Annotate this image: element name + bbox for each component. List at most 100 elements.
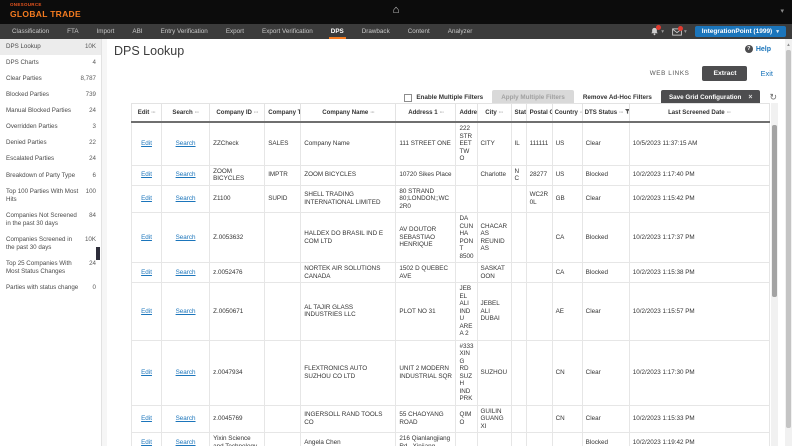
edit-link[interactable]: Edit xyxy=(141,308,152,315)
column-menu-icon[interactable]: ··· xyxy=(440,110,444,116)
column-header-edit[interactable]: Edit··· xyxy=(132,104,162,123)
home-icon[interactable]: ⌂ xyxy=(393,5,400,16)
column-menu-icon[interactable]: ··· xyxy=(727,110,731,116)
search-link[interactable]: Search xyxy=(176,308,196,315)
column-menu-icon[interactable]: ··· xyxy=(151,110,155,116)
column-header-state[interactable]: State··· xyxy=(511,104,526,123)
messages-envelope-icon[interactable]: ▾ xyxy=(672,28,687,36)
nav-item-analyzer[interactable]: Analyzer xyxy=(446,24,475,39)
chevron-down-icon[interactable]: ▾ xyxy=(780,7,784,15)
column-header-city[interactable]: City··· xyxy=(477,104,511,123)
column-menu-icon[interactable]: ··· xyxy=(254,110,258,116)
edit-link[interactable]: Edit xyxy=(141,234,152,241)
edit-link[interactable]: Edit xyxy=(141,269,152,276)
table-scrollbar-thumb[interactable] xyxy=(772,125,777,297)
sidebar-item-companies-not-screened-in-the-past-30-days[interactable]: Companies Not Screened in the past 30 da… xyxy=(0,208,101,232)
page-scrollbar[interactable]: ▲ xyxy=(785,39,792,446)
search-link[interactable]: Search xyxy=(176,234,196,241)
search-link[interactable]: Search xyxy=(176,415,196,422)
sidebar-item-breakdown-of-party-type[interactable]: Breakdown of Party Type6 xyxy=(0,168,101,184)
column-header-postal_code[interactable]: Postal Code··· xyxy=(526,104,552,123)
nav-items: Classification FTA Import ABI Entry Verifica… xyxy=(10,24,474,39)
web-links[interactable]: WEB LINKS xyxy=(650,70,690,77)
edit-link[interactable]: Edit xyxy=(141,171,152,178)
sidebar-item-dps-lookup[interactable]: DPS Lookup10K xyxy=(0,39,101,55)
column-menu-icon[interactable]: ··· xyxy=(499,110,503,116)
cell-city: CITY xyxy=(477,122,511,165)
sidebar-item-top-25-companies-with-most-status-changes[interactable]: Top 25 Companies With Most Status Change… xyxy=(0,256,101,280)
nav-item-classification[interactable]: Classification xyxy=(10,24,51,39)
column-label: City xyxy=(485,109,497,116)
search-link[interactable]: Search xyxy=(176,195,196,202)
column-menu-icon[interactable]: ··· xyxy=(619,110,623,116)
sidebar-item-escalated-parties[interactable]: Escalated Parties24 xyxy=(0,151,101,167)
nav-item-entry-verification[interactable]: Entry Verification xyxy=(159,24,210,39)
sidebar-item-manual-blocked-parties[interactable]: Manual Blocked Parties24 xyxy=(0,103,101,119)
sidebar-item-companies-screened-in-the-past-30-days[interactable]: Companies Screened in the past 30 days10… xyxy=(0,232,101,256)
column-menu-icon[interactable]: ··· xyxy=(370,110,374,116)
edit-link[interactable]: Edit xyxy=(141,369,152,376)
nav-item-fta[interactable]: FTA xyxy=(65,24,80,39)
column-header-company_name[interactable]: Company Name··· xyxy=(301,104,396,123)
cell-country: CN xyxy=(552,340,582,405)
column-header-country[interactable]: Country··· xyxy=(552,104,582,123)
column-header-company_id[interactable]: Company ID··· xyxy=(210,104,265,123)
nav-item-export-verification[interactable]: Export Verification xyxy=(260,24,315,39)
search-link[interactable]: Search xyxy=(176,140,196,147)
column-header-search[interactable]: Search··· xyxy=(162,104,210,123)
cell-company_type xyxy=(265,263,301,283)
nav-item-drawback[interactable]: Drawback xyxy=(360,24,392,39)
column-label: Address 2 xyxy=(459,109,477,116)
search-link[interactable]: Search xyxy=(176,369,196,376)
nav-item-export[interactable]: Export xyxy=(224,24,246,39)
sidebar-item-dps-charts[interactable]: DPS Charts4 xyxy=(0,55,101,71)
cell-city: SUZHOU xyxy=(477,340,511,405)
user-account-button[interactable]: IntegrationPoint (1999) ▾ xyxy=(695,26,786,37)
chevron-down-icon: ▾ xyxy=(684,29,687,35)
extract-button[interactable]: Extract xyxy=(702,66,747,81)
column-header-company_type[interactable]: Company Type··· xyxy=(265,104,301,123)
sidebar-item-overridden-parties[interactable]: Overridden Parties3 xyxy=(0,119,101,135)
cell-state xyxy=(511,213,526,263)
table-scrollbar[interactable] xyxy=(771,103,778,446)
remove-adhoc-filters-button[interactable]: Remove Ad-Hoc Filters xyxy=(583,94,652,101)
exit-link[interactable]: Exit xyxy=(760,69,773,78)
enable-multiple-filters-checkbox[interactable] xyxy=(404,94,412,102)
edit-link[interactable]: Edit xyxy=(141,439,152,446)
sidebar-item-denied-parties[interactable]: Denied Parties22 xyxy=(0,135,101,151)
sidebar-item-blocked-parties[interactable]: Blocked Parties739 xyxy=(0,87,101,103)
scroll-up-arrow-icon[interactable]: ▲ xyxy=(785,39,792,47)
search-link[interactable]: Search xyxy=(176,439,196,446)
notifications-bell-icon[interactable]: ▾ xyxy=(650,27,664,36)
sidebar-scrollbar[interactable] xyxy=(96,247,100,260)
sidebar-item-clear-parties[interactable]: Clear Parties8,787 xyxy=(0,71,101,87)
sidebar-item-parties-with-status-change[interactable]: Parties with status change0 xyxy=(0,280,101,296)
edit-link[interactable]: Edit xyxy=(141,195,152,202)
column-header-last_screened_date[interactable]: Last Screened Date··· xyxy=(629,104,769,123)
column-header-dts_status[interactable]: DTS Status··· xyxy=(582,104,629,123)
nav-item-import[interactable]: Import xyxy=(95,24,117,39)
column-header-address1[interactable]: Address 1··· xyxy=(396,104,456,123)
close-icon[interactable]: × xyxy=(748,94,752,101)
refresh-icon[interactable]: ↻ xyxy=(769,93,777,102)
edit-link[interactable]: Edit xyxy=(141,140,152,147)
column-header-address2[interactable]: Address 2··· xyxy=(456,104,477,123)
table-header-row: Edit···Search···Company ID···Company Typ… xyxy=(132,104,770,123)
nav-item-abi[interactable]: ABI xyxy=(130,24,144,39)
search-link[interactable]: Search xyxy=(176,171,196,178)
help-link[interactable]: ? Help xyxy=(745,45,771,53)
column-menu-icon[interactable]: ··· xyxy=(195,110,199,116)
edit-link[interactable]: Edit xyxy=(141,415,152,422)
sidebar-list: DPS Lookup10KDPS Charts4Clear Parties8,7… xyxy=(0,39,101,296)
cell-search: Search xyxy=(162,185,210,213)
cell-address1: 80 STRAND 80;LONDON;;WC2R0 xyxy=(396,185,456,213)
page-scrollbar-thumb[interactable] xyxy=(786,50,791,428)
filter-funnel-icon[interactable] xyxy=(625,109,629,116)
sidebar-item-top-100-parties-with-most-hits[interactable]: Top 100 Parties With Most Hits100 xyxy=(0,184,101,208)
column-label: State xyxy=(515,109,527,116)
sidebar-item-count: 22 xyxy=(80,139,96,147)
search-link[interactable]: Search xyxy=(176,269,196,276)
cell-dts_status: Clear xyxy=(582,283,629,341)
nav-item-dps[interactable]: DPS xyxy=(329,24,346,39)
nav-item-content[interactable]: Content xyxy=(406,24,432,39)
